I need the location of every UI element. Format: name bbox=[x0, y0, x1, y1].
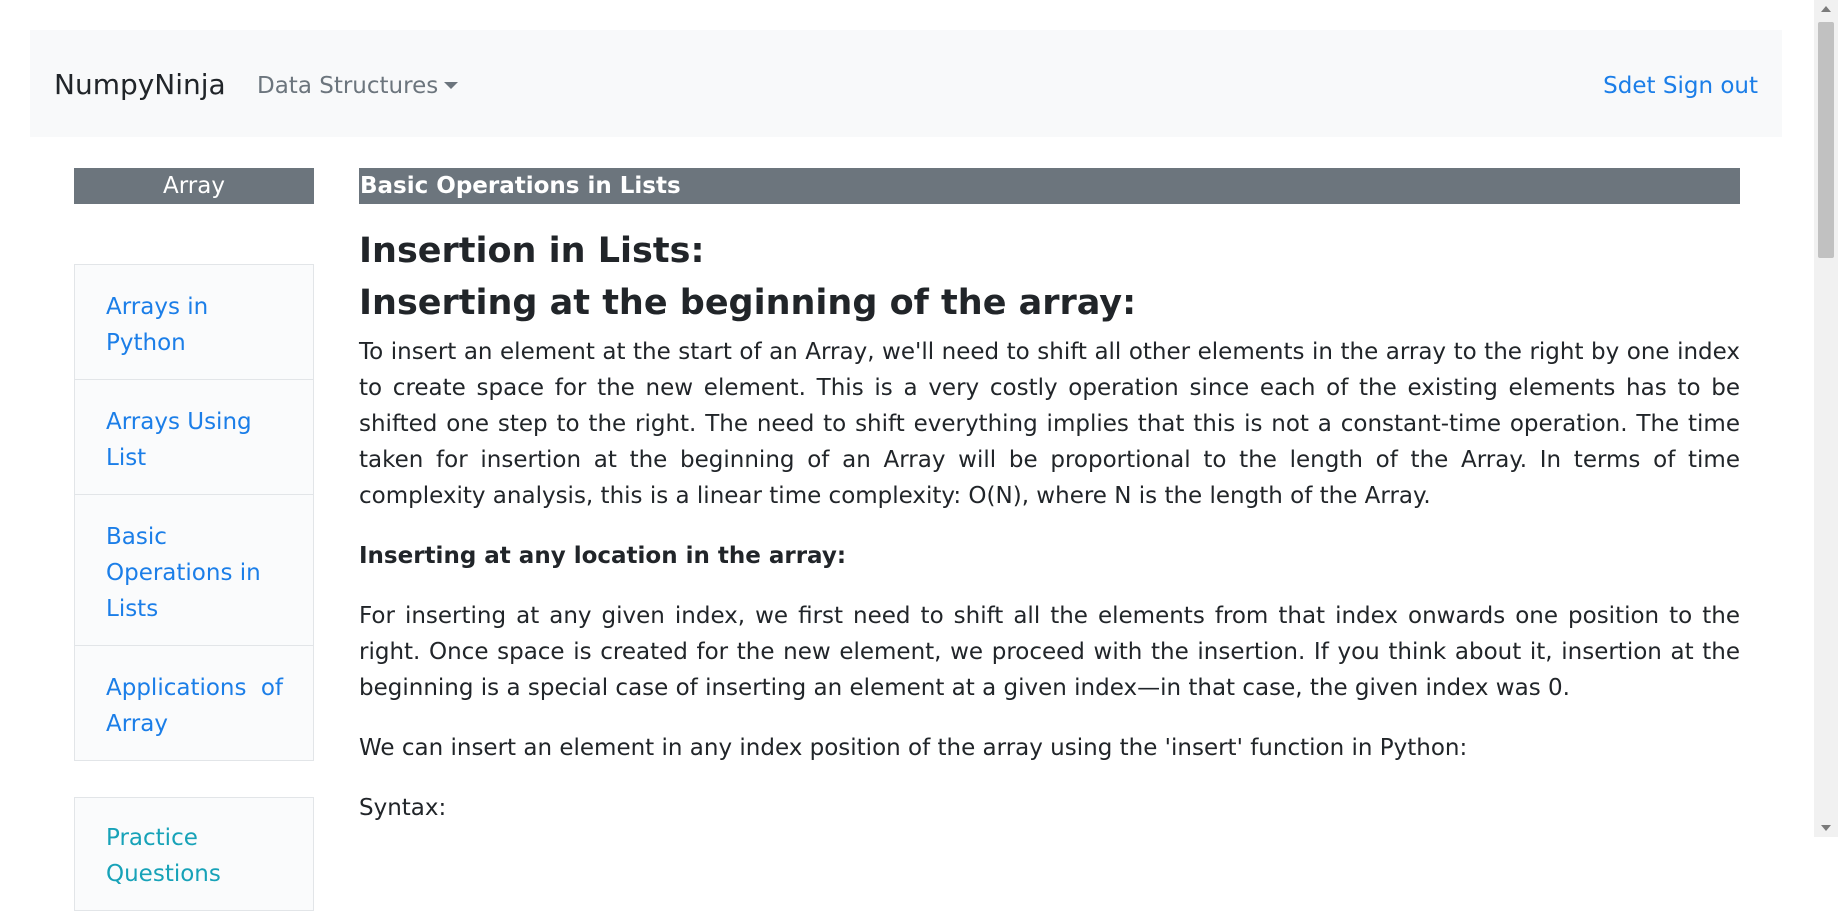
main-content: Basic Operations in Lists Insertion in L… bbox=[359, 168, 1740, 826]
caret-down-icon bbox=[444, 82, 459, 89]
sidebar-item-arrays-using-list[interactable]: Arrays Using List bbox=[75, 379, 313, 494]
sidebar: Array Arrays in Python Arrays Using List… bbox=[74, 168, 314, 911]
practice-questions-link[interactable]: Practice Questions bbox=[74, 797, 314, 911]
paragraph-insert-beginning: To insert an element at the start of an … bbox=[359, 339, 1740, 509]
vertical-scrollbar[interactable] bbox=[1814, 0, 1838, 837]
brand-logo[interactable]: NumpyNinja bbox=[54, 71, 226, 99]
scroll-thumb[interactable] bbox=[1818, 22, 1834, 258]
paragraph-syntax: Syntax: bbox=[359, 795, 447, 821]
sidebar-item-arrays-in-python[interactable]: Arrays in Python bbox=[75, 265, 313, 379]
sign-out-link[interactable]: Sdet Sign out bbox=[1603, 75, 1758, 98]
sidebar-item-basic-operations[interactable]: Basic Operations in Lists bbox=[75, 494, 313, 645]
data-structures-dropdown[interactable]: Data Structures bbox=[257, 73, 459, 99]
sidebar-item-applications[interactable]: Applications of Array bbox=[75, 645, 313, 760]
subheading-any-location: Inserting at any location in the array: bbox=[359, 543, 847, 569]
topic-list: Arrays in Python Arrays Using List Basic… bbox=[74, 264, 314, 761]
topic-title-bar: Basic Operations in Lists bbox=[359, 168, 1740, 204]
dropdown-label: Data Structures bbox=[257, 73, 439, 99]
paragraph-insert-function: We can insert an element in any index po… bbox=[359, 735, 1468, 761]
heading-insert-beginning: Inserting at the beginning of the array: bbox=[359, 283, 1137, 323]
heading-insertion: Insertion in Lists: bbox=[359, 231, 705, 271]
scroll-up-arrow-icon[interactable] bbox=[1821, 6, 1831, 12]
scroll-down-arrow-icon[interactable] bbox=[1821, 825, 1831, 831]
sidebar-header: Array bbox=[74, 168, 314, 204]
paragraph-any-location: For inserting at any given index, we fir… bbox=[359, 603, 1740, 701]
navbar: NumpyNinja Data Structures Sdet Sign out bbox=[30, 30, 1782, 137]
